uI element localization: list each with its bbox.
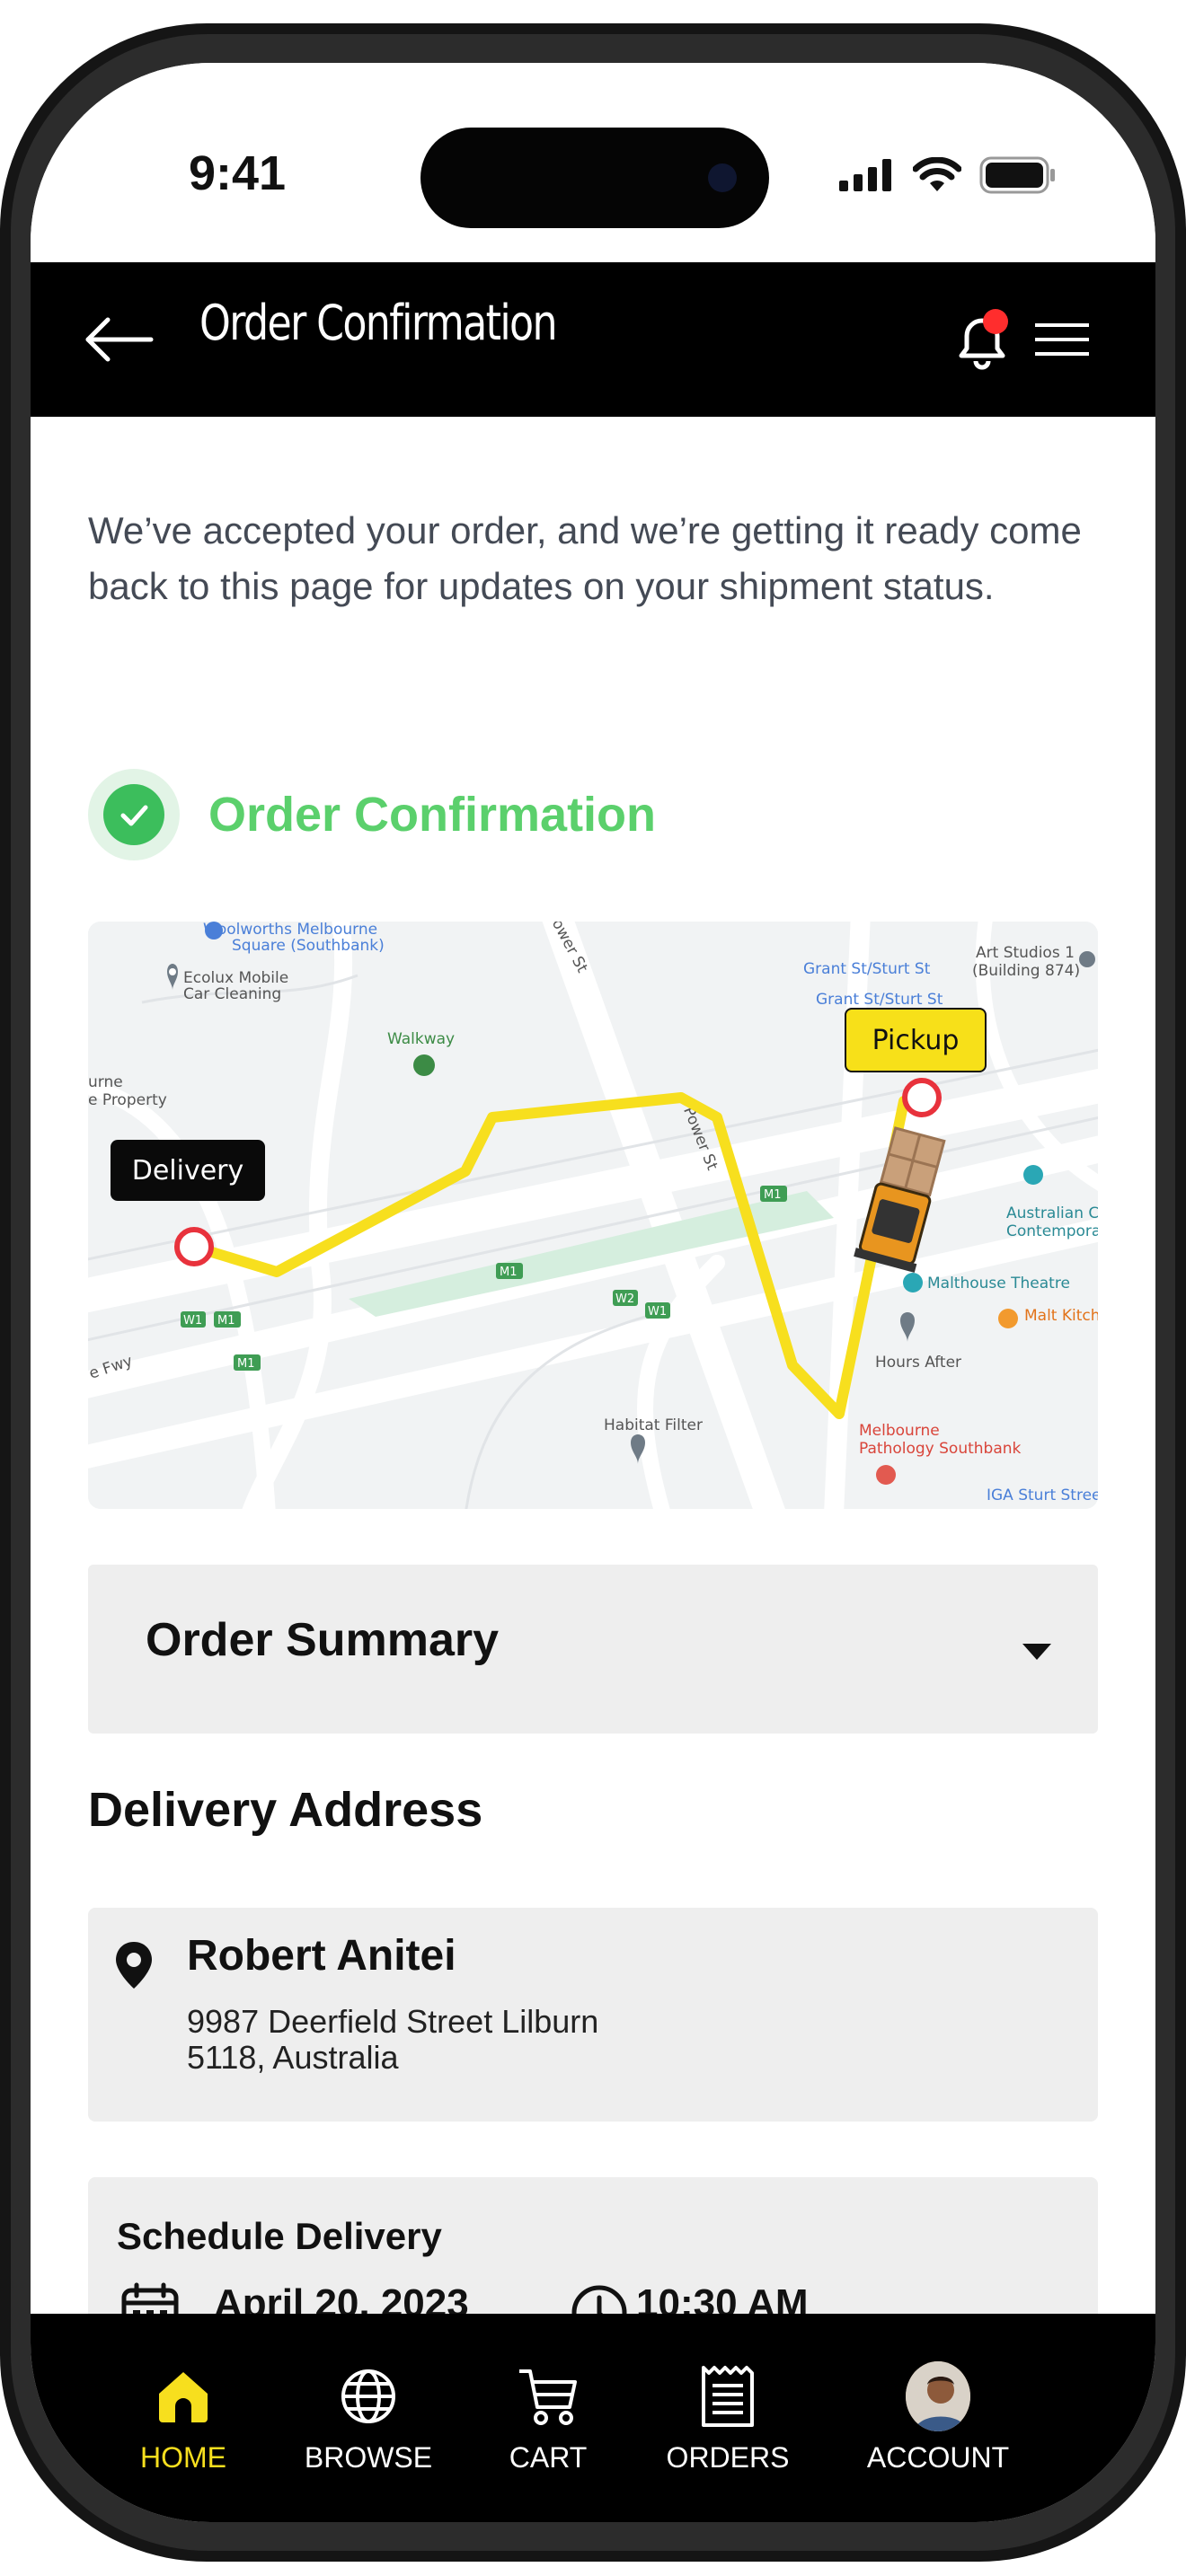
svg-text:Habitat Filter: Habitat Filter — [604, 1416, 703, 1434]
svg-text:M1: M1 — [764, 1188, 782, 1202]
svg-text:Melbourne: Melbourne — [859, 1422, 940, 1440]
nav-cart[interactable]: CART — [458, 2364, 638, 2475]
dynamic-island — [420, 128, 769, 228]
svg-text:W2: W2 — [615, 1292, 634, 1306]
svg-text:M1: M1 — [237, 1357, 255, 1371]
camera-icon — [708, 163, 737, 192]
svg-text:Australian C: Australian C — [1006, 1204, 1098, 1222]
pickup-point-marker — [902, 1078, 942, 1117]
order-summary-title: Order Summary — [146, 1614, 500, 1666]
notification-badge — [983, 309, 1008, 334]
svg-text:(Building 874): (Building 874) — [972, 962, 1080, 980]
svg-text:W1: W1 — [183, 1314, 202, 1328]
cart-icon — [519, 2369, 577, 2425]
svg-text:Ecolux Mobile: Ecolux Mobile — [183, 969, 288, 987]
recipient-name: Robert Anitei — [187, 1932, 456, 1980]
delivery-label: Delivery — [111, 1140, 265, 1201]
location-pin-icon — [116, 1942, 152, 1989]
status-icons — [839, 156, 1057, 194]
nav-orders[interactable]: ORDERS — [638, 2364, 818, 2475]
page-title: Order Confirmation — [199, 295, 558, 351]
hamburger-menu-icon[interactable] — [1033, 320, 1091, 359]
signal-icon — [839, 159, 891, 191]
status-bar: 9:41 — [31, 63, 1155, 262]
address-line-1: 9987 Deerfield Street Lilburn — [187, 2003, 599, 2040]
route-map[interactable]: M1 M1 W2 W1 W1 M1 M1 Woolworths Melbourn… — [88, 922, 1098, 1509]
svg-text:Grant St/Sturt St: Grant St/Sturt St — [803, 960, 931, 978]
avatar — [906, 2361, 970, 2431]
pickup-label: Pickup — [845, 1008, 987, 1072]
confirmation-title: Order Confirmation — [208, 788, 657, 842]
confirmation-status: Order Confirmation — [88, 769, 656, 860]
home-icon — [159, 2372, 208, 2422]
bottom-navigation: HOME BROWSE CART ORDERS ACCOUNT — [31, 2314, 1155, 2522]
nav-cart-label: CART — [509, 2441, 588, 2474]
svg-text:W1: W1 — [648, 1305, 667, 1319]
phone-frame: 9:41 Order Confirmation We’ve accepted y… — [0, 23, 1186, 2562]
svg-text:M1: M1 — [217, 1314, 235, 1328]
nav-home[interactable]: HOME — [93, 2364, 273, 2475]
svg-text:Malthouse Theatre: Malthouse Theatre — [927, 1275, 1070, 1292]
nav-account-label: ACCOUNT — [866, 2441, 1010, 2474]
svg-text:Grant St/Sturt St: Grant St/Sturt St — [816, 991, 943, 1009]
svg-text:IGA Sturt Stree: IGA Sturt Stree — [987, 1486, 1098, 1504]
nav-browse[interactable]: BROWSE — [279, 2364, 458, 2475]
svg-text:M1: M1 — [500, 1266, 518, 1279]
svg-text:e Property: e Property — [88, 1091, 167, 1109]
svg-text:Walkway: Walkway — [387, 1030, 455, 1048]
nav-account[interactable]: ACCOUNT — [848, 2361, 1028, 2475]
schedule-title: Schedule Delivery — [117, 2215, 442, 2257]
svg-text:urne: urne — [88, 1073, 123, 1091]
back-arrow-icon[interactable] — [84, 314, 156, 365]
check-circle-icon — [88, 769, 180, 860]
screen: 9:41 Order Confirmation We’ve accepted y… — [31, 63, 1155, 2522]
svg-text:Art Studios 1: Art Studios 1 — [976, 944, 1075, 962]
notification-bell-icon[interactable] — [951, 307, 1013, 374]
caret-down-icon[interactable] — [1022, 1644, 1051, 1660]
receipt-icon — [702, 2366, 754, 2427]
nav-orders-label: ORDERS — [666, 2441, 790, 2474]
delivery-point-marker — [174, 1227, 214, 1266]
intro-text: We’ve accepted your order, and we’re get… — [88, 509, 1082, 607]
delivery-address-heading: Delivery Address — [88, 1783, 483, 1837]
svg-text:Contempora: Contempora — [1006, 1222, 1098, 1240]
globe-icon — [341, 2369, 395, 2423]
svg-text:Car Cleaning: Car Cleaning — [183, 985, 281, 1003]
svg-text:Pathology Southbank: Pathology Southbank — [859, 1440, 1022, 1458]
nav-browse-label: BROWSE — [304, 2441, 433, 2474]
address-line-2: 5118, Australia — [187, 2039, 399, 2076]
svg-text:Square (Southbank): Square (Southbank) — [232, 937, 385, 955]
app-bar: Order Confirmation — [31, 262, 1155, 417]
nav-home-label: HOME — [140, 2441, 226, 2474]
wifi-icon — [913, 157, 961, 191]
svg-text:Malt Kitch: Malt Kitch — [1024, 1307, 1098, 1325]
status-time: 9:41 — [189, 146, 287, 200]
delivery-address-card[interactable]: Robert Anitei 9987 Deerfield Street Lilb… — [88, 1908, 1098, 2122]
battery-icon — [979, 156, 1055, 194]
order-summary-dropdown[interactable]: Order Summary — [88, 1565, 1098, 1734]
content[interactable]: We’ve accepted your order, and we’re get… — [31, 417, 1155, 2348]
svg-text:Hours After: Hours After — [875, 1354, 961, 1372]
